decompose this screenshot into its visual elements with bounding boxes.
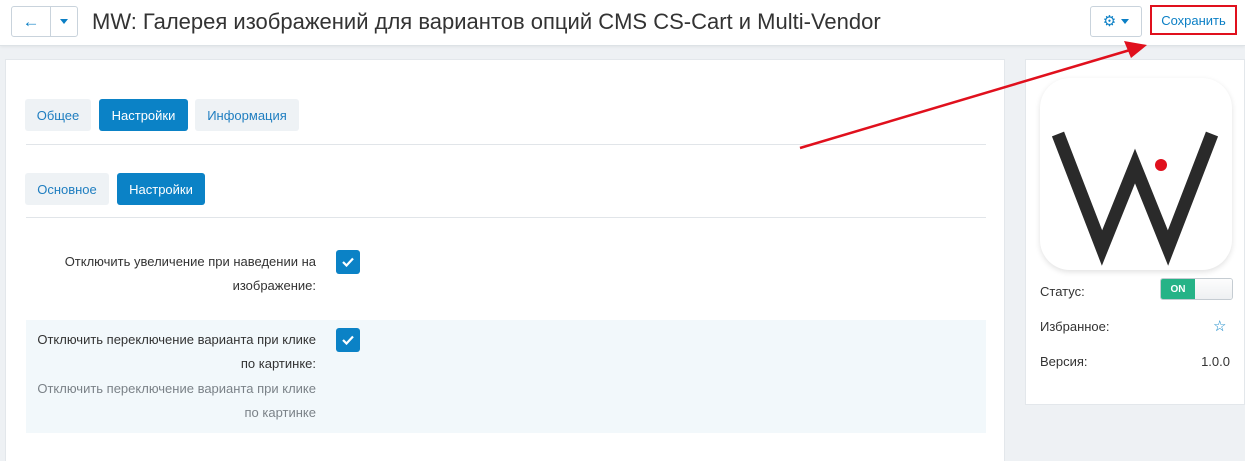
addon-logo bbox=[1040, 78, 1232, 270]
tabs-divider bbox=[26, 144, 986, 145]
version-value: 1.0.0 bbox=[1201, 354, 1230, 369]
status-toggle[interactable]: ON bbox=[1160, 278, 1233, 300]
back-dropdown-button[interactable] bbox=[51, 7, 77, 36]
setting-label: Отключить увеличение при наведении на из… bbox=[64, 254, 316, 293]
subtab-settings[interactable]: Настройки bbox=[117, 173, 205, 205]
top-bar: ← MW: Галерея изображений для вариантов … bbox=[0, 0, 1245, 46]
back-button[interactable]: ← bbox=[12, 7, 51, 36]
subtabs-divider bbox=[26, 217, 986, 218]
gear-icon: ⚙ bbox=[1102, 13, 1117, 30]
addon-sidebar: Статус: ON Избранное: ☆ Версия: 1.0.0 bbox=[1025, 59, 1245, 405]
tab-information[interactable]: Информация bbox=[195, 99, 299, 131]
setting-row-disable-zoom: Отключить увеличение при наведении на из… bbox=[26, 245, 986, 305]
page-title: MW: Галерея изображений для вариантов оп… bbox=[92, 9, 881, 34]
caret-down-icon bbox=[1121, 19, 1130, 24]
arrow-left-icon: ← bbox=[22, 11, 40, 31]
tab-settings[interactable]: Настройки bbox=[99, 99, 188, 131]
back-button-group: ← bbox=[11, 6, 78, 37]
caret-down-icon bbox=[60, 19, 68, 24]
setting-row-disable-switch: Отключить переключение варианта при клик… bbox=[26, 320, 986, 433]
settings-dropdown-button[interactable]: ⚙ bbox=[1090, 6, 1142, 37]
status-label: Статус: bbox=[1040, 284, 1085, 299]
tab-general[interactable]: Общее bbox=[25, 99, 91, 131]
favorite-label: Избранное: bbox=[1040, 319, 1110, 334]
star-outline-icon[interactable]: ☆ bbox=[1213, 317, 1226, 335]
toggle-on-label: ON bbox=[1161, 279, 1195, 299]
setting-hint: Отключить переключение варианта при клик… bbox=[37, 381, 316, 420]
main-panel: Общее Настройки Информация Основное Наст… bbox=[5, 59, 1005, 461]
check-icon bbox=[342, 257, 354, 267]
toggle-off-part bbox=[1195, 279, 1232, 299]
version-label: Версия: bbox=[1040, 354, 1088, 369]
setting-label: Отключить переключение варианта при клик… bbox=[37, 332, 316, 371]
disable-zoom-checkbox[interactable] bbox=[336, 250, 360, 274]
disable-switch-checkbox[interactable] bbox=[336, 328, 360, 352]
check-icon bbox=[342, 335, 354, 345]
save-button[interactable]: Сохранить bbox=[1150, 5, 1237, 35]
w-logo-icon bbox=[1051, 131, 1219, 266]
subtab-basic[interactable]: Основное bbox=[25, 173, 109, 205]
